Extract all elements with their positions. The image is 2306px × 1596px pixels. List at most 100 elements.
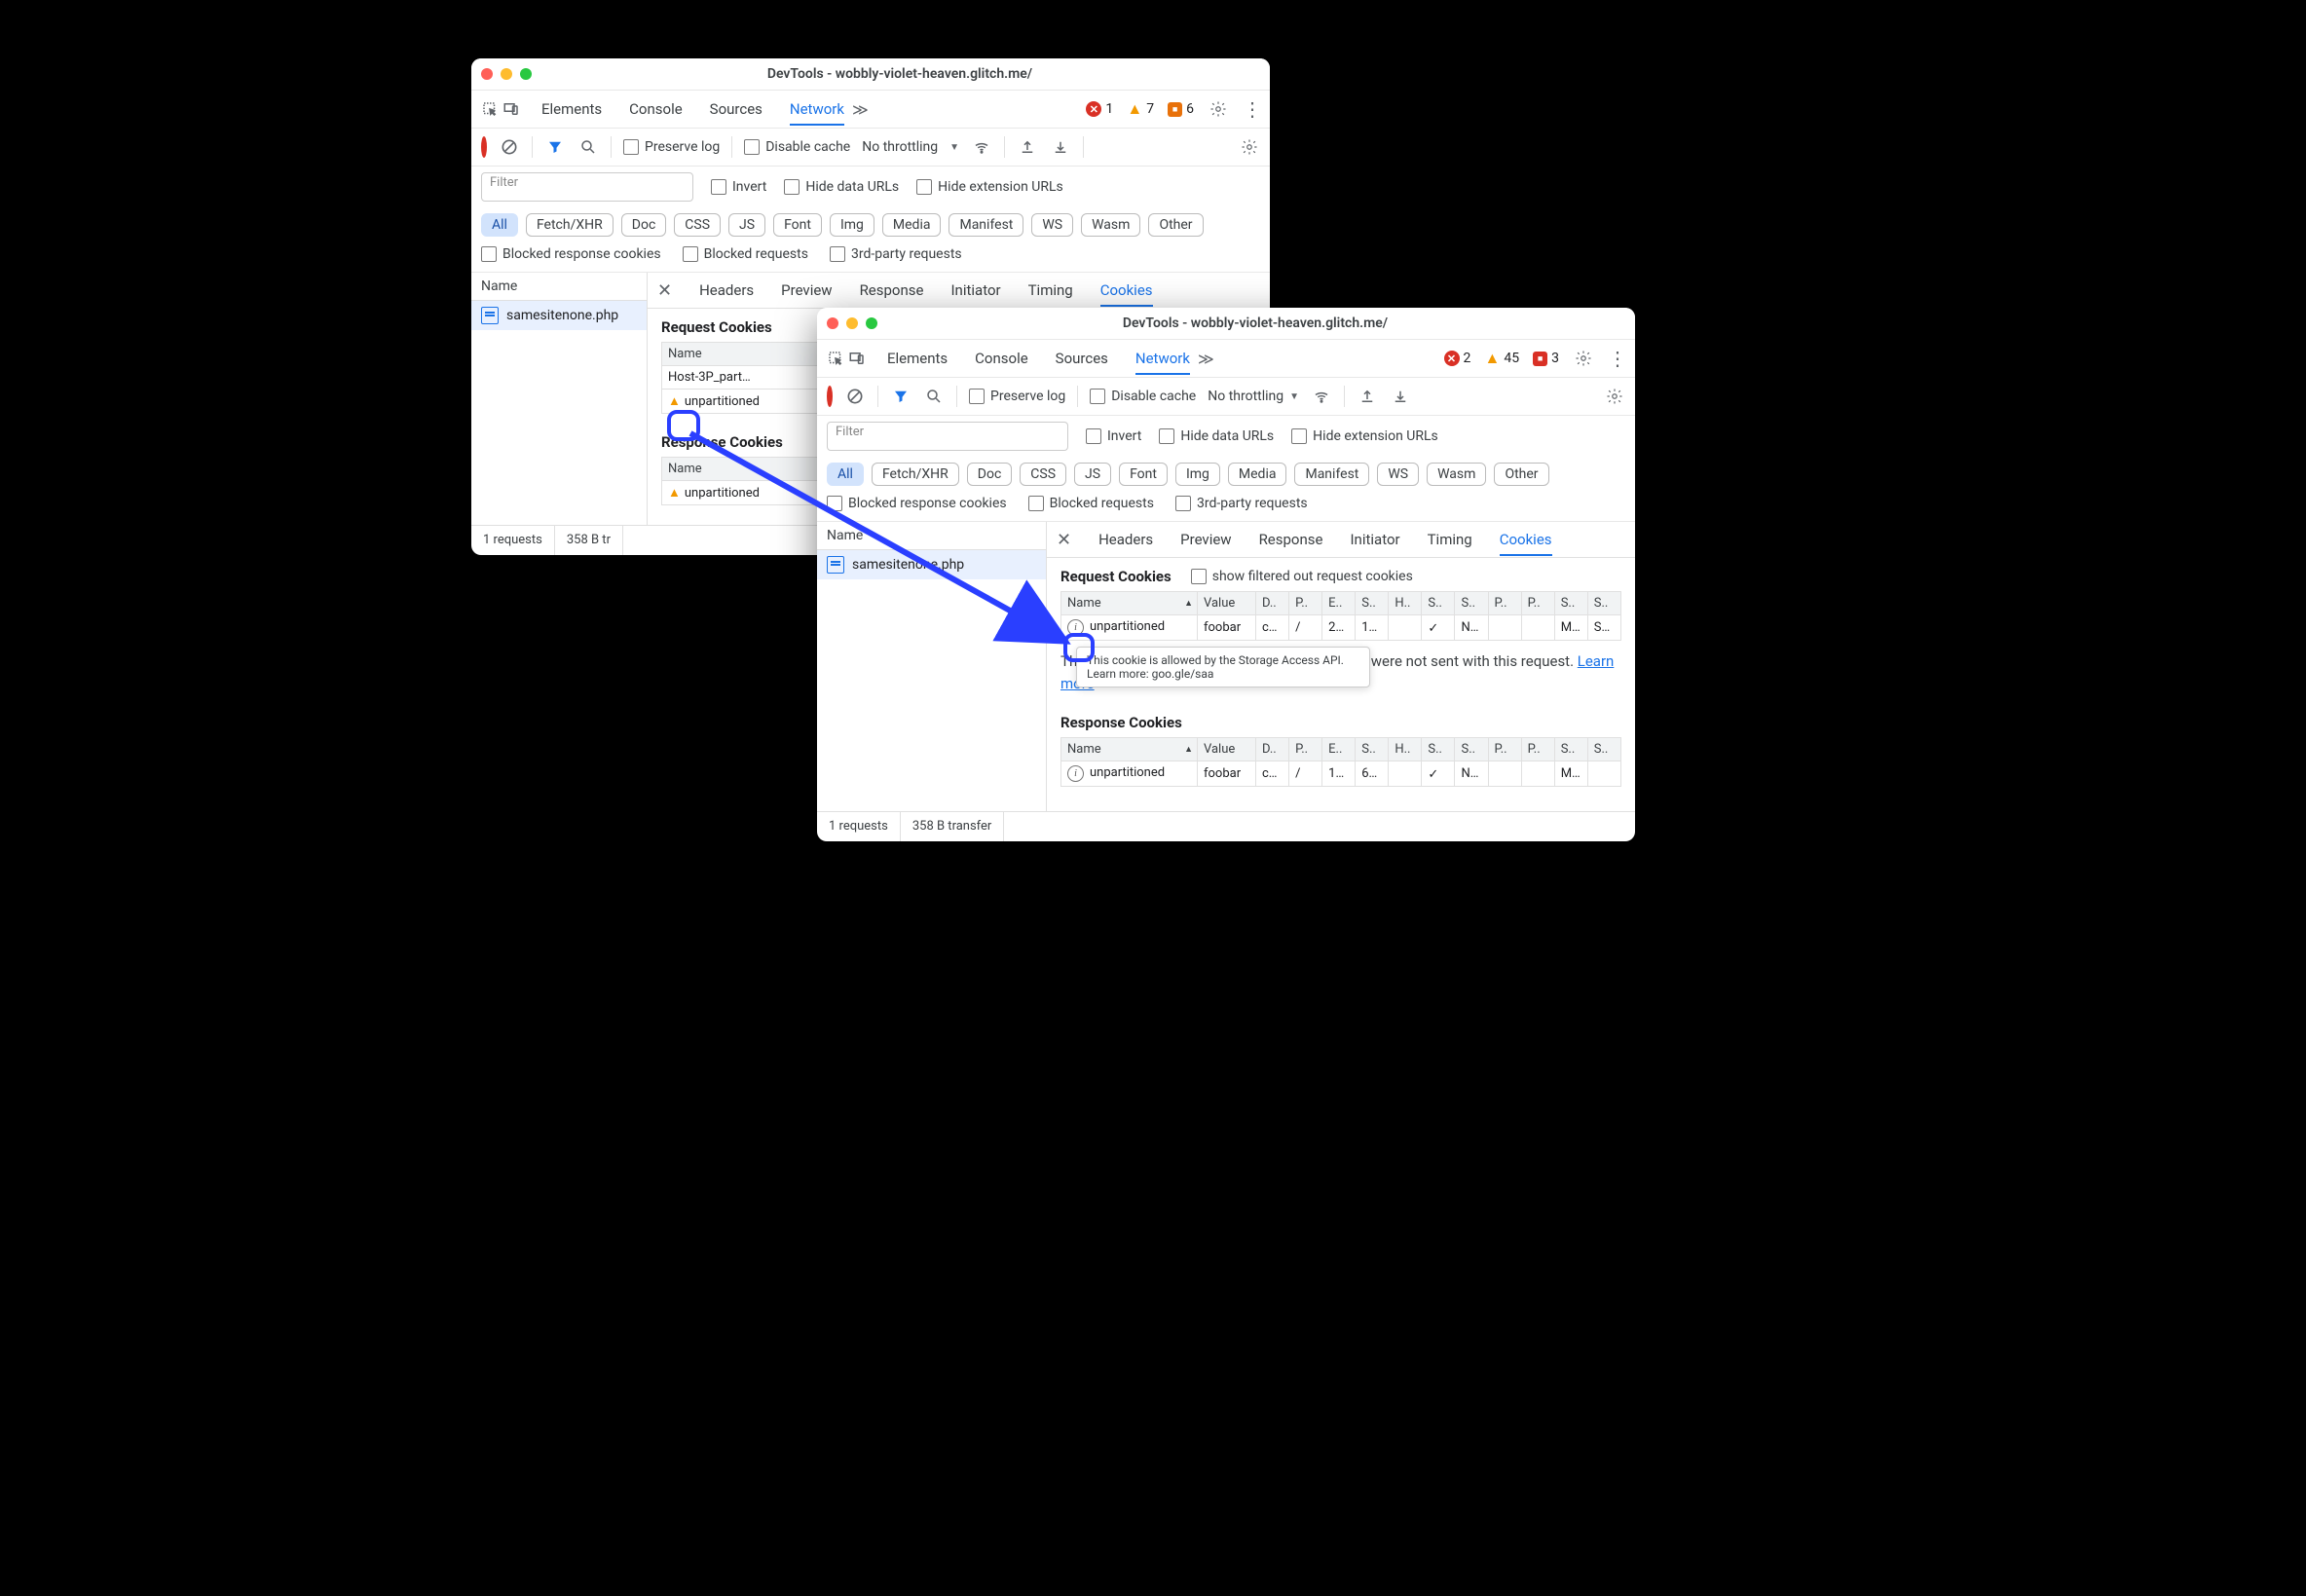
chip-manifest[interactable]: Manifest (1294, 463, 1369, 486)
chip-manifest[interactable]: Manifest (948, 213, 1023, 237)
detail-tab-timing[interactable]: Timing (1428, 525, 1472, 554)
third-party-checkbox[interactable]: 3rd-party requests (830, 246, 962, 262)
close-detail-icon[interactable]: ✕ (657, 280, 672, 301)
tab-sources[interactable]: Sources (710, 94, 762, 125)
clear-icon[interactable] (499, 136, 520, 158)
preserve-log-checkbox[interactable]: Preserve log (969, 389, 1065, 404)
col-name[interactable]: Name▲ (1061, 592, 1198, 615)
more-tabs-icon[interactable]: ≫ (1198, 350, 1214, 368)
search-icon[interactable] (577, 136, 599, 158)
more-menu-icon[interactable]: ⋮ (1243, 97, 1262, 121)
device-toolbar-icon[interactable] (501, 98, 522, 120)
blocked-requests-checkbox[interactable]: Blocked requests (1028, 496, 1154, 511)
close-detail-icon[interactable]: ✕ (1057, 530, 1071, 550)
more-tabs-icon[interactable]: ≫ (852, 100, 869, 119)
window-close-button[interactable] (481, 68, 493, 80)
disable-cache-checkbox[interactable]: Disable cache (1090, 389, 1196, 404)
hide-ext-urls-checkbox[interactable]: Hide extension URLs (1291, 428, 1438, 444)
preserve-log-checkbox[interactable]: Preserve log (623, 139, 720, 155)
throttling-dropdown-icon[interactable]: ▼ (949, 142, 959, 153)
cookie-row[interactable]: iunpartitioned foobar c…/1…6…✓N…M… (1061, 761, 1621, 787)
request-list-header[interactable]: Name (817, 522, 1046, 550)
chip-img[interactable]: Img (830, 213, 874, 237)
chip-css[interactable]: CSS (674, 213, 721, 237)
warning-count[interactable]: ▲7 (1127, 101, 1154, 117)
chip-js[interactable]: JS (728, 213, 765, 237)
throttling-select[interactable]: No throttling▼ (1208, 389, 1299, 404)
request-row[interactable]: samesitenone.php (817, 550, 1046, 579)
hide-data-urls-checkbox[interactable]: Hide data URLs (784, 179, 899, 195)
more-menu-icon[interactable]: ⋮ (1608, 347, 1627, 370)
col-value[interactable]: Value (1198, 592, 1256, 615)
throttling-select[interactable]: No throttling (862, 139, 938, 155)
hide-data-urls-checkbox[interactable]: Hide data URLs (1159, 428, 1274, 444)
device-toolbar-icon[interactable] (846, 348, 868, 369)
tab-elements[interactable]: Elements (887, 344, 948, 374)
chip-media[interactable]: Media (1228, 463, 1287, 486)
tab-sources[interactable]: Sources (1056, 344, 1108, 374)
chip-wasm[interactable]: Wasm (1427, 463, 1486, 486)
invert-checkbox[interactable]: Invert (711, 179, 766, 195)
chip-media[interactable]: Media (882, 213, 942, 237)
chip-font[interactable]: Font (1119, 463, 1168, 486)
error-count[interactable]: ✕1 (1086, 101, 1113, 117)
chip-other[interactable]: Other (1494, 463, 1548, 486)
tab-console[interactable]: Console (975, 344, 1028, 374)
detail-tab-timing[interactable]: Timing (1028, 276, 1073, 305)
request-list-header[interactable]: Name (471, 273, 647, 301)
filter-icon[interactable] (544, 136, 566, 158)
error-count[interactable]: ✕2 (1444, 351, 1471, 366)
chip-fetch[interactable]: Fetch/XHR (872, 463, 959, 486)
chip-js[interactable]: JS (1074, 463, 1111, 486)
tab-elements[interactable]: Elements (541, 94, 602, 125)
download-icon[interactable] (1390, 386, 1411, 407)
blocked-resp-cookies-checkbox[interactable]: Blocked response cookies (827, 496, 1007, 511)
cookie-row[interactable]: iunpartitioned foobar c…/2…1…✓N…M…S… (1061, 615, 1621, 641)
chip-img[interactable]: Img (1175, 463, 1220, 486)
detail-tab-initiator[interactable]: Initiator (1350, 525, 1399, 554)
clear-icon[interactable] (844, 386, 866, 407)
issue-count[interactable]: ■3 (1533, 351, 1559, 366)
filter-icon[interactable] (890, 386, 911, 407)
tab-network[interactable]: Network (1135, 344, 1190, 375)
chip-all[interactable]: All (827, 463, 864, 486)
detail-tab-initiator[interactable]: Initiator (950, 276, 1000, 305)
filter-input[interactable]: Filter (481, 172, 693, 202)
detail-tab-response[interactable]: Response (860, 276, 924, 305)
inspect-icon[interactable] (825, 348, 846, 369)
issue-count[interactable]: ■6 (1168, 101, 1194, 117)
inspect-icon[interactable] (479, 98, 501, 120)
upload-icon[interactable] (1017, 136, 1038, 158)
window-minimize-button[interactable] (501, 68, 512, 80)
invert-checkbox[interactable]: Invert (1086, 428, 1141, 444)
gear-icon[interactable] (1208, 98, 1229, 120)
detail-tab-response[interactable]: Response (1259, 525, 1323, 554)
chip-ws[interactable]: WS (1377, 463, 1419, 486)
chip-all[interactable]: All (481, 213, 518, 237)
tab-network[interactable]: Network (790, 94, 844, 126)
chip-ws[interactable]: WS (1031, 213, 1073, 237)
detail-tab-headers[interactable]: Headers (699, 276, 754, 305)
wifi-icon[interactable] (1311, 386, 1332, 407)
disable-cache-checkbox[interactable]: Disable cache (744, 139, 850, 155)
window-close-button[interactable] (827, 317, 838, 329)
request-row[interactable]: samesitenone.php (471, 301, 647, 330)
hide-ext-urls-checkbox[interactable]: Hide extension URLs (916, 179, 1063, 195)
blocked-resp-cookies-checkbox[interactable]: Blocked response cookies (481, 246, 661, 262)
show-filtered-checkbox[interactable]: show filtered out request cookies (1191, 569, 1413, 584)
chip-wasm[interactable]: Wasm (1081, 213, 1140, 237)
window-minimize-button[interactable] (846, 317, 858, 329)
detail-tab-headers[interactable]: Headers (1098, 525, 1153, 554)
detail-tab-preview[interactable]: Preview (781, 276, 832, 305)
detail-tab-cookies[interactable]: Cookies (1500, 525, 1552, 556)
record-button[interactable] (481, 139, 487, 155)
chip-doc[interactable]: Doc (621, 213, 667, 237)
wifi-icon[interactable] (971, 136, 992, 158)
chip-other[interactable]: Other (1148, 213, 1203, 237)
chip-doc[interactable]: Doc (967, 463, 1013, 486)
network-settings-icon[interactable] (1239, 136, 1260, 158)
chip-fetch[interactable]: Fetch/XHR (526, 213, 614, 237)
search-icon[interactable] (923, 386, 945, 407)
chip-css[interactable]: CSS (1020, 463, 1066, 486)
detail-tab-preview[interactable]: Preview (1180, 525, 1231, 554)
